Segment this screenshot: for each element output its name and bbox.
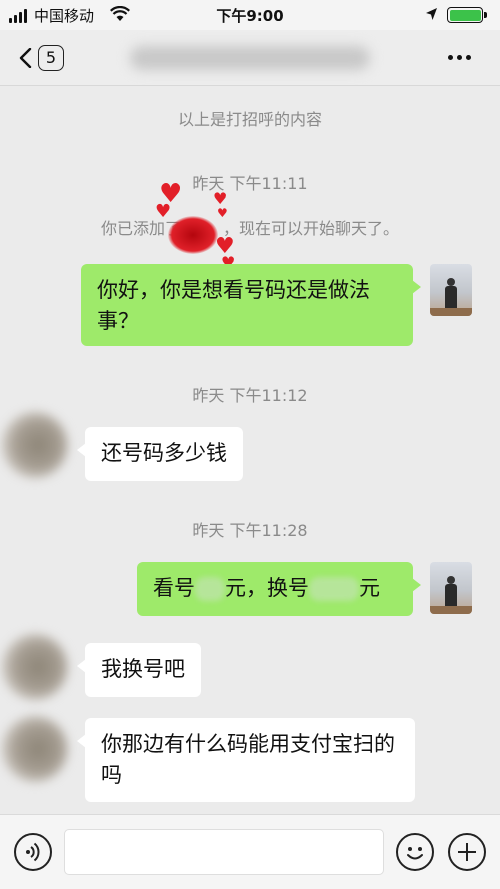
more-dots-icon [448, 54, 453, 60]
message-input[interactable] [64, 829, 384, 875]
chevron-left-icon [19, 48, 32, 68]
censored-amount [195, 577, 225, 601]
battery-icon [447, 7, 487, 23]
heart-sticker: ♥ ♥ ♥ ♥ ♥ ♥ [155, 179, 236, 272]
timestamp: 昨天 下午11:11 [192, 174, 308, 193]
voice-button[interactable] [14, 833, 52, 871]
location-icon [426, 8, 437, 20]
chat-header: 5 [0, 30, 500, 86]
emoji-button[interactable] [396, 833, 434, 871]
incoming-message[interactable]: 我换号吧 [77, 643, 201, 697]
message-input-bar [0, 814, 500, 889]
voice-icon [26, 842, 40, 862]
unread-count-badge: 5 [38, 45, 64, 71]
contact-avatar[interactable] [2, 634, 68, 700]
plus-button[interactable] [448, 833, 486, 871]
contact-name-blurred [130, 46, 370, 70]
incoming-message[interactable]: 你那边有什么码能用支付宝扫的吗 [77, 718, 415, 802]
timestamp: 昨天 下午11:28 [192, 521, 308, 540]
outgoing-message[interactable]: 看号 元，换号元 [137, 562, 421, 616]
system-note: 你已添加了 ，现在可以开始聊天了。 [100, 219, 400, 238]
self-avatar[interactable] [430, 562, 472, 614]
emoji-icon [407, 847, 423, 860]
more-button[interactable] [448, 45, 478, 69]
timestamp: 昨天 下午11:12 [192, 386, 308, 405]
system-note: 以上是打招呼的内容 [177, 110, 322, 129]
self-avatar[interactable] [430, 264, 472, 316]
censored-amount [309, 577, 359, 601]
chat-message-list[interactable]: 以上是打招呼的内容 昨天 下午11:11 你已添加了 ，现在可以开始聊天了。 ♥ … [0, 86, 500, 814]
back-button[interactable]: 5 [14, 40, 68, 76]
status-bar: 中国移动 下午9:00 [0, 0, 500, 30]
outgoing-message[interactable]: 你好，你是想看号码还是做法事？ [81, 264, 421, 346]
contact-avatar[interactable] [2, 412, 68, 478]
incoming-message[interactable]: 还号码多少钱 [77, 427, 243, 481]
contact-avatar[interactable] [2, 716, 68, 782]
